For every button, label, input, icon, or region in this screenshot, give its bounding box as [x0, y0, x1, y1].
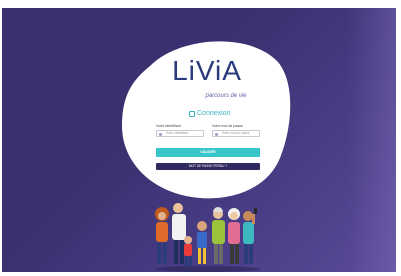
- forgot-password-button[interactable]: MOT DE PASSE PERDU ?: [156, 163, 260, 170]
- password-label: Votre mot de passe: [212, 124, 243, 128]
- password-placeholder: Votre mot de passe: [222, 131, 250, 135]
- user-icon: [159, 132, 162, 136]
- lock-icon: [189, 110, 195, 117]
- identifier-placeholder: Votre identifiant: [166, 131, 188, 135]
- identifier-input[interactable]: Votre identifiant: [156, 130, 204, 137]
- key-icon: [215, 132, 218, 136]
- background-stripe: [348, 8, 396, 272]
- tagline: parcours de vie: [205, 93, 247, 99]
- connexion-heading: Connexion: [189, 110, 249, 117]
- password-input[interactable]: Votre mot de passe: [212, 130, 260, 137]
- family-group-illustration: [155, 203, 260, 272]
- validate-button[interactable]: VALIDER: [156, 148, 260, 157]
- identifier-label: Votre identifiant: [156, 124, 181, 128]
- livia-logo: LiViA: [172, 55, 242, 86]
- connexion-label: Connexion: [197, 110, 231, 117]
